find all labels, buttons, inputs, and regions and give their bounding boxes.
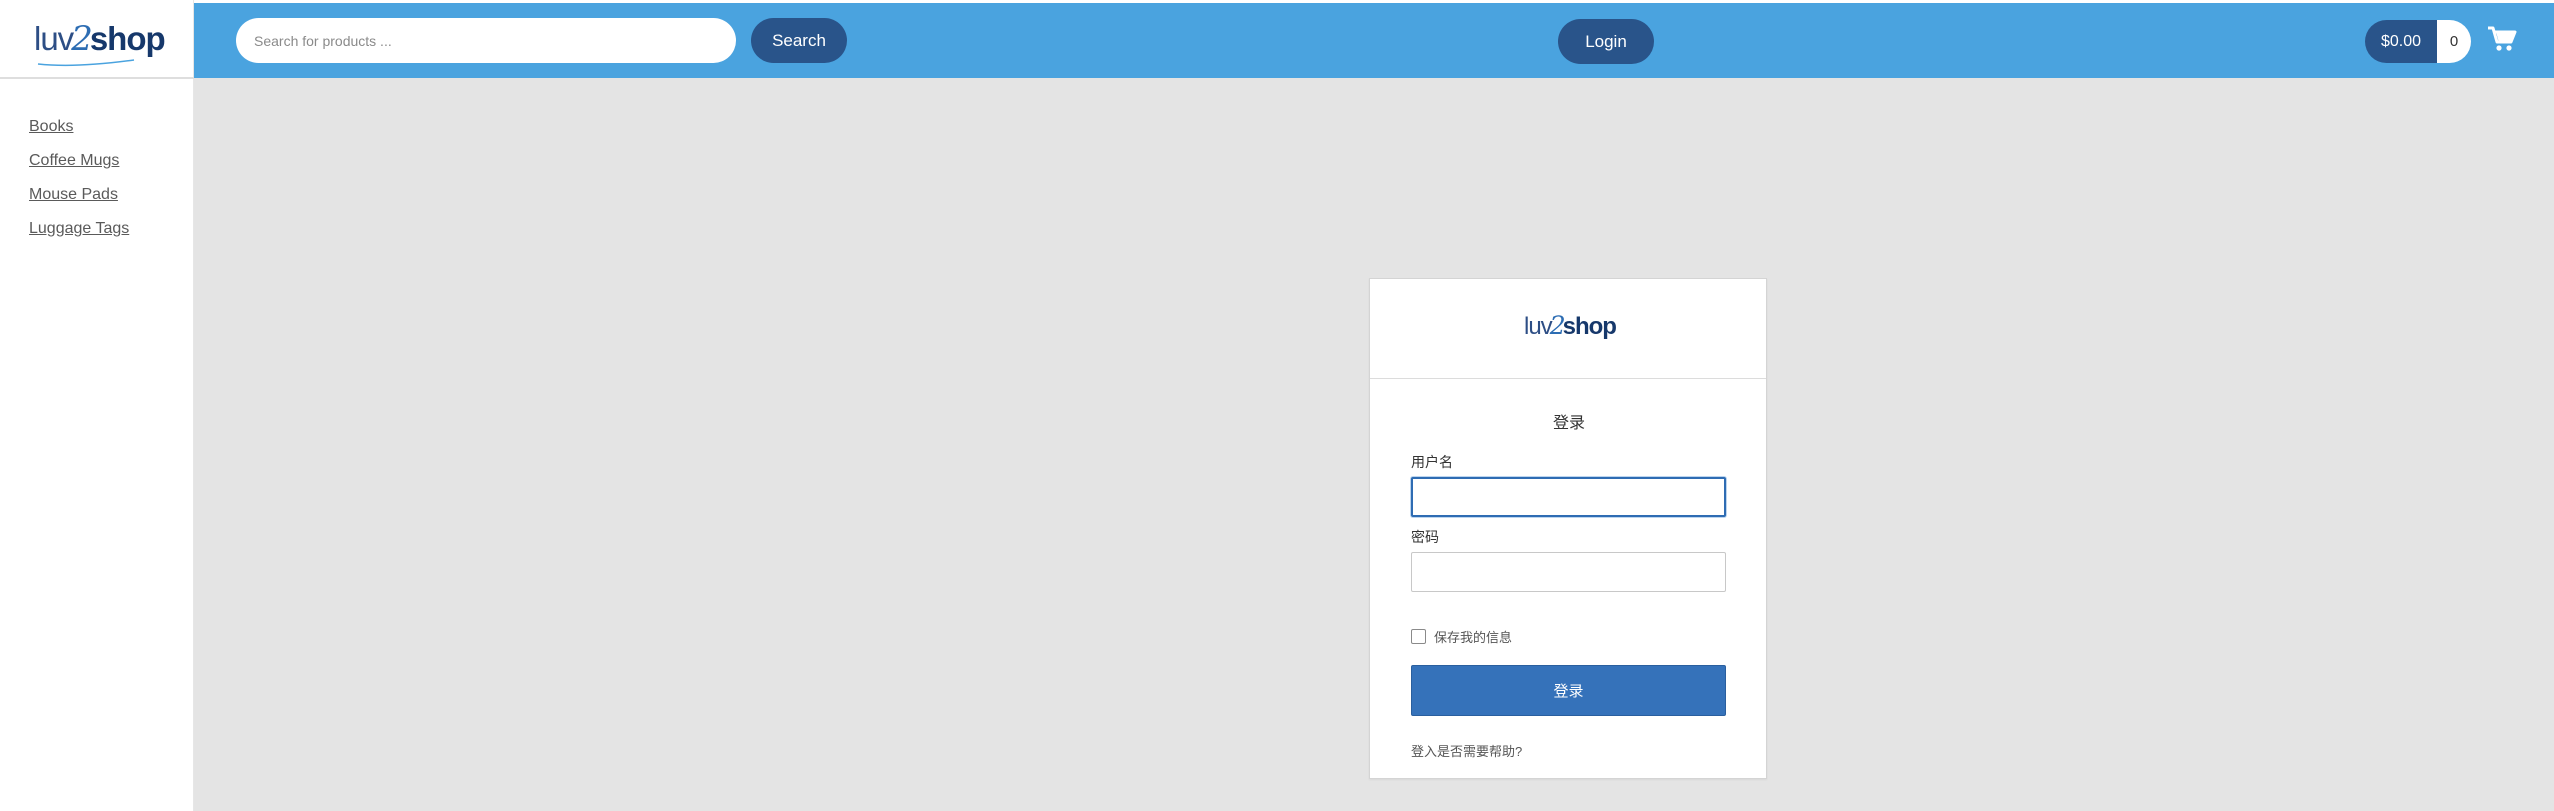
remember-me-label: 保存我的信息 xyxy=(1434,630,1513,645)
sidebar: luv2shop Books Coffee Mugs Mouse Pads Lu… xyxy=(0,0,194,811)
search-input[interactable] xyxy=(236,18,736,63)
login-card-logo: luv2shop xyxy=(1524,311,1617,341)
shopping-cart-icon[interactable] xyxy=(2487,25,2517,53)
category-item: Coffee Mugs xyxy=(29,152,129,186)
remember-me-checkbox[interactable] xyxy=(1411,629,1426,644)
login-title: 登录 xyxy=(1552,415,1585,432)
category-item: Luggage Tags xyxy=(29,220,129,254)
login-submit-button[interactable]: 登录 xyxy=(1411,665,1726,716)
logo-text-shop: shop xyxy=(1562,313,1617,340)
category-menu: Books Coffee Mugs Mouse Pads Luggage Tag… xyxy=(29,118,129,254)
login-card-header: luv2shop xyxy=(1370,279,1766,379)
password-field[interactable] xyxy=(1411,552,1726,592)
main-content: luv2shop 登录 用户名 密码 保存我的信息 登录 登入是否需要帮助? xyxy=(194,78,2554,811)
category-link-coffee-mugs[interactable]: Coffee Mugs xyxy=(29,152,119,169)
luv2shop-logo[interactable]: luv2shop xyxy=(34,19,166,59)
category-link-books[interactable]: Books xyxy=(29,118,73,135)
cart-status[interactable]: $0.00 0 xyxy=(2365,20,2471,63)
login-card: luv2shop 登录 用户名 密码 保存我的信息 登录 登入是否需要帮助? xyxy=(1369,278,1767,779)
logo-text-luv: luv xyxy=(1524,313,1553,340)
logo-swoosh-icon xyxy=(37,59,135,67)
logo-text-luv: luv xyxy=(34,20,74,57)
logo-text-shop: shop xyxy=(89,20,166,57)
username-label: 用户名 xyxy=(1411,454,1453,470)
category-link-mouse-pads[interactable]: Mouse Pads xyxy=(29,186,118,203)
login-button[interactable]: Login xyxy=(1558,19,1654,64)
category-item: Books xyxy=(29,118,129,152)
remember-me[interactable]: 保存我的信息 xyxy=(1411,627,1512,646)
login-help-link[interactable]: 登入是否需要帮助? xyxy=(1411,741,1522,760)
logo-text-2: 2 xyxy=(71,19,93,59)
password-label: 密码 xyxy=(1411,529,1439,545)
cart-total: $0.00 xyxy=(2365,20,2437,63)
category-item: Mouse Pads xyxy=(29,186,129,220)
category-link-luggage-tags[interactable]: Luggage Tags xyxy=(29,220,129,237)
username-field[interactable] xyxy=(1411,477,1726,517)
search-button[interactable]: Search xyxy=(751,18,847,63)
cart-count: 0 xyxy=(2437,20,2471,63)
header-bar: Search Login $0.00 0 xyxy=(194,3,2554,78)
sidebar-logo-box: luv2shop xyxy=(0,3,194,79)
